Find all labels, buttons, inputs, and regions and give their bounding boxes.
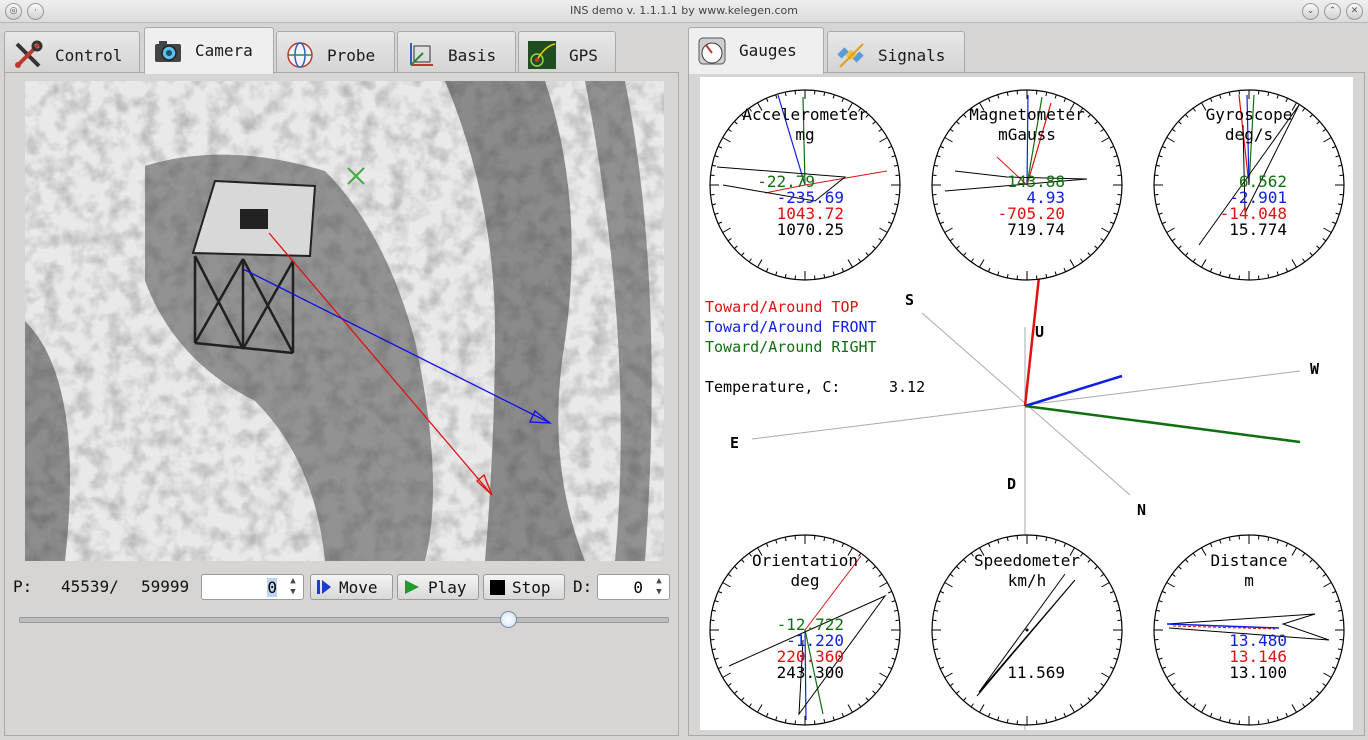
legend-front: Toward/Around FRONT [705,318,877,336]
tab-gps-label: GPS [569,46,598,65]
minimize-icon[interactable]: ⌄ [1302,3,1319,20]
frame-slider[interactable] [19,611,669,628]
speedometer-unit: km/h [1008,571,1047,590]
gauges-canvas: S U W E D N Toward/Around TOP Toward/Aro… [700,77,1353,730]
tab-gauges[interactable]: Gauges [688,27,824,74]
right-tab-bar: Gauges Signals [686,27,1368,74]
gyroscope-magnitude-value: 15.774 [1229,220,1287,239]
gauges-panel: S U W E D N Toward/Around TOP Toward/Aro… [688,72,1365,736]
legend-top: Toward/Around TOP [705,298,859,316]
magnetometer-unit: mGauss [998,125,1056,144]
tab-control-label: Control [55,46,123,65]
left-tab-bar: Control Camera Probe Basis GPS [0,27,680,74]
speedometer-magnitude-value: 11.569 [1007,663,1065,682]
gyroscope-unit: deg/s [1225,125,1273,144]
gauges-drawing: S U W E D N Toward/Around TOP Toward/Aro… [705,89,1345,730]
globe-icon [287,42,313,68]
tab-control[interactable]: Control [4,31,140,72]
slider-handle[interactable] [500,611,518,628]
tab-gps[interactable]: GPS [518,31,616,72]
play-label: Play [428,578,467,597]
move-label: Move [339,578,378,597]
play-button[interactable]: Play [397,574,479,600]
vector-right [1024,404,1301,444]
speedometer-center [1025,628,1029,632]
speedometer-gauge: Speedometer km/h 11.569 [931,534,1123,726]
tab-gauges-label: Gauges [739,41,797,60]
distance-gauge: Distance m 13.480 13.146 13.100 [1153,534,1345,726]
vector-front [1024,374,1123,408]
frame-position: 45539/ [61,577,119,596]
move-button[interactable]: Move [310,574,393,600]
title-bar: ◎ · INS demo v. 1.1.1.1 by www.kelegen.c… [0,0,1368,23]
distance-title: Distance [1210,551,1287,570]
distance-unit: m [1244,571,1254,590]
orientation-magnitude-value: 243.300 [777,663,844,682]
p-label: P: [13,577,33,596]
tab-camera[interactable]: Camera [144,27,274,74]
d-label: D: [573,577,593,596]
camera-panel: P: 45539/ 59999 0 ▲ ▼ Move Play Stop D: … [4,72,679,736]
tab-camera-label: Camera [195,41,253,60]
step-down-arrow[interactable]: ▼ [287,587,299,597]
gyroscope-title: Gyroscope [1206,105,1293,124]
distance-magnitude-value: 13.100 [1229,663,1287,682]
legend-right: Toward/Around RIGHT [705,338,877,356]
window-title: INS demo v. 1.1.1.1 by www.kelegen.com [569,4,799,17]
temperature-value: 3.12 [889,378,925,396]
step-spinbox[interactable]: 0 ▲ ▼ [201,574,304,600]
magnetometer-magnitude-value: 719.74 [1007,220,1065,239]
tab-probe-label: Probe [327,46,376,65]
tab-signals[interactable]: Signals [827,31,965,72]
axis-label-s: S [905,291,914,309]
orientation-title: Orientation [752,551,858,570]
tab-basis[interactable]: Basis [397,31,516,72]
gps-icon [528,41,556,69]
axis-label-u: U [1035,323,1044,341]
camera-view[interactable] [25,81,664,561]
axes-icon [410,43,433,66]
step-up-arrow[interactable]: ▲ [287,576,299,586]
move-icon [317,580,331,594]
temperature-label: Temperature, C: [705,378,840,396]
stop-button[interactable]: Stop [483,574,565,600]
accelerometer-magnitude-value: 1070.25 [777,220,844,239]
axis-label-d: D [1007,475,1016,493]
axis-label-n: N [1137,501,1146,519]
camera-image [25,81,664,561]
tab-signals-label: Signals [878,46,946,65]
delay-up-arrow[interactable]: ▲ [653,576,665,586]
satellite-icon [837,43,864,68]
delay-value: 0 [633,578,643,597]
tab-basis-label: Basis [448,46,497,65]
axis-label-e: E [730,434,739,452]
tab-probe[interactable]: Probe [276,31,395,72]
play-icon [405,580,419,594]
accelerometer-unit: mg [795,125,814,144]
stop-label: Stop [512,578,551,597]
maximize-icon[interactable]: ⌃ [1324,3,1341,20]
magnetometer-title: Magnetometer [969,105,1085,124]
stop-icon [490,580,505,595]
magnetometer-gauge: Magnetometer mGauss 143.88 4.93 -705.20 … [931,89,1123,281]
speedometer-title: Speedometer [974,551,1080,570]
frame-total: 59999 [141,577,190,596]
camera-icon [155,41,181,62]
accelerometer-title: Accelerometer [742,105,868,124]
gauge-icon [698,37,726,65]
delay-down-arrow[interactable]: ▼ [653,587,665,597]
close-icon[interactable]: ✕ [1346,3,1363,20]
delay-spinbox[interactable]: 0 ▲ ▼ [597,574,670,600]
accelerometer-gauge: Accelerometer mg -22.79 -235.69 1043.72 … [709,89,901,281]
tools-icon [15,40,43,68]
step-value: 0 [267,578,277,597]
orientation-gauge: Orientation deg -12.722 -1.220 220.360 2… [709,534,901,726]
orientation-unit: deg [791,571,820,590]
axis-label-w: W [1310,360,1320,378]
gyroscope-gauge: Gyroscope deg/s 6.562 -2.901 -14.048 15.… [1153,89,1345,281]
